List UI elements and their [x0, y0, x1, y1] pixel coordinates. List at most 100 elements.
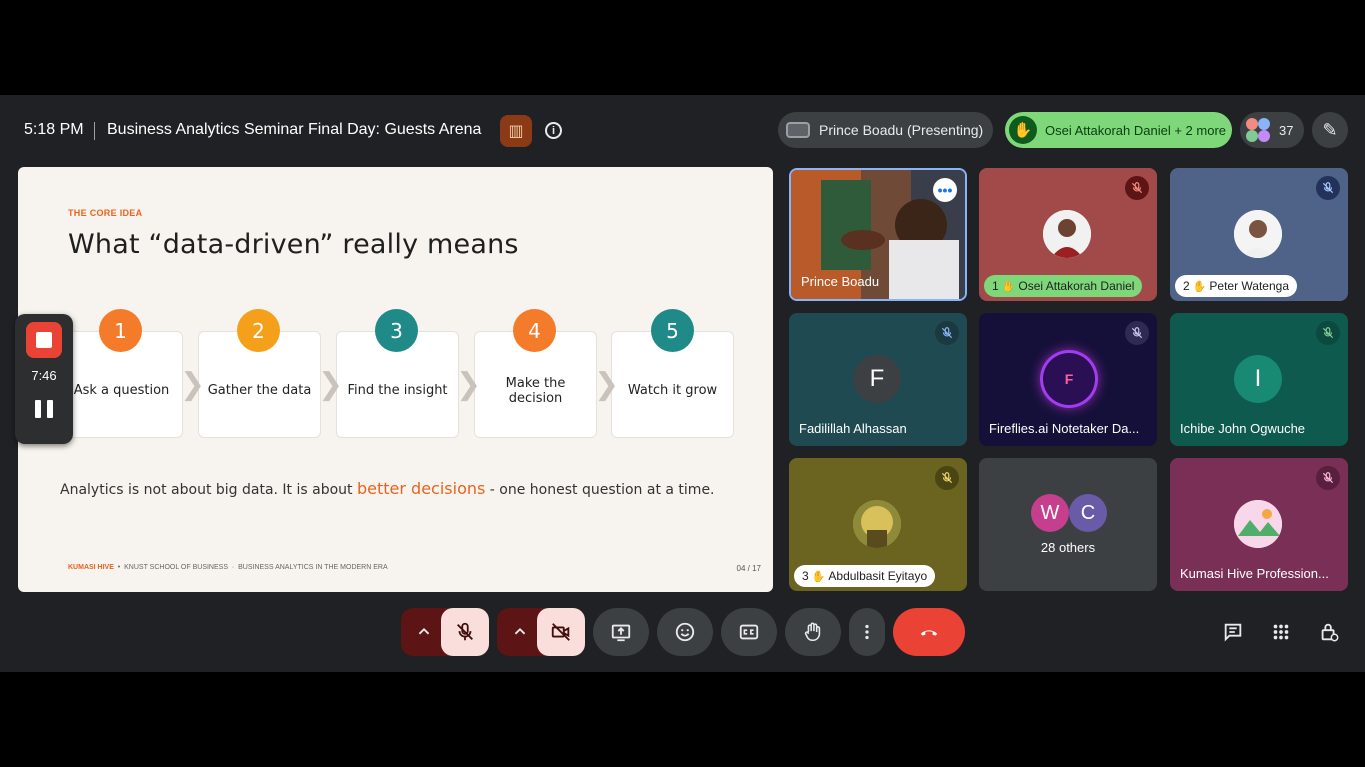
slide-headline: What “data-driven” really means	[68, 229, 519, 260]
clock: 5:18 PM	[24, 121, 84, 138]
participant-tile-others[interactable]: W C 28 others	[979, 458, 1157, 591]
participant-name: Osei Attakorah Daniel	[1018, 279, 1135, 293]
step-label: Watch it grow	[627, 383, 718, 398]
captions-icon	[739, 624, 759, 640]
participant-name-pill: 1 ✋ Osei Attakorah Daniel	[984, 275, 1143, 297]
participant-count: 37	[1279, 122, 1294, 138]
step-label: Find the insight	[347, 383, 448, 398]
stop-recording-button[interactable]	[26, 322, 62, 358]
step-number: 2	[237, 309, 280, 352]
others-count: 28 others	[1040, 540, 1096, 555]
presenter-label: Prince Boadu (Presenting)	[819, 122, 984, 138]
chevron-right-icon: ❯	[318, 367, 344, 402]
meeting-title: Business Analytics Seminar Final Day: Gu…	[107, 121, 482, 138]
activities-icon	[1273, 624, 1289, 640]
raise-hand-icon	[804, 622, 821, 642]
activities-button[interactable]	[1268, 619, 1294, 645]
info-icon[interactable]: i	[545, 122, 562, 139]
raised-hands-label: Osei Attakorah Daniel + 2 more	[1045, 122, 1227, 138]
tagline-post: - one honest question at a time.	[485, 482, 715, 498]
meet-window: 5:18 PM Business Analytics Seminar Final…	[0, 95, 1365, 672]
avatar	[853, 500, 901, 548]
step-label: Ask a question	[73, 383, 170, 398]
participant-tile-peter-watenga[interactable]: 2 ✋ Peter Watenga	[1170, 168, 1348, 301]
mic-options-chevron-up-icon[interactable]	[406, 608, 442, 656]
chevron-right-icon: ❯	[180, 367, 206, 402]
participant-name: Abdulbasit Eyitayo	[828, 569, 928, 583]
presentation-slide: THE CORE IDEA What “data-driven” really …	[18, 167, 773, 592]
screen-share-icon	[786, 122, 810, 138]
step-label: Gather the data	[207, 383, 312, 398]
recording-widget: 7:46	[15, 314, 73, 444]
participant-tile-ichibe-john-ogwuche[interactable]: I Ichibe John Ogwuche	[1170, 313, 1348, 446]
mic-off-icon	[935, 466, 959, 490]
emoji-icon	[675, 622, 695, 642]
mic-off-icon	[1316, 176, 1340, 200]
more-options-icon[interactable]: •••	[933, 178, 957, 202]
participant-name-pill: 3 ✋ Abdulbasit Eyitayo	[794, 565, 936, 587]
camera-toggle-button[interactable]	[537, 608, 585, 656]
mic-off-icon	[935, 321, 959, 345]
participant-name: Fadilillah Alhassan	[799, 421, 907, 436]
present-screen-icon	[611, 624, 631, 642]
recording-timer: 7:46	[31, 368, 57, 383]
mic-off-icon	[457, 622, 473, 641]
avatar	[1234, 210, 1282, 258]
mic-off-icon	[1125, 176, 1149, 200]
mic-off-icon	[1316, 466, 1340, 490]
raised-hands-chip[interactable]: ✋ Osei Attakorah Daniel + 2 more	[1005, 112, 1232, 148]
avatar	[1043, 210, 1091, 258]
participant-tile-prince-boadu[interactable]: ••• Prince Boadu	[789, 168, 967, 301]
host-controls-icon	[1321, 623, 1339, 642]
reactions-button[interactable]	[657, 608, 713, 656]
chat-icon	[1224, 623, 1242, 642]
stop-icon	[36, 332, 52, 348]
avatar: F	[853, 355, 901, 403]
more-vert-icon	[865, 624, 869, 640]
slide-footer: KUMASI HIVE • KNUST SCHOOL OF BUSINESS ·…	[68, 564, 388, 571]
avatar	[1234, 500, 1282, 548]
avatar: I	[1234, 355, 1282, 403]
raise-hand-button[interactable]	[785, 608, 841, 656]
participant-tile-osei-attakorah-daniel[interactable]: 1 ✋ Osei Attakorah Daniel	[979, 168, 1157, 301]
leave-call-button[interactable]	[893, 608, 965, 656]
present-button[interactable]	[593, 608, 649, 656]
participants-chip[interactable]: 37	[1240, 112, 1304, 148]
captions-button[interactable]	[721, 608, 777, 656]
participant-tile-fireflies-notetaker[interactable]: F Fireflies.ai Notetaker Da...	[979, 313, 1157, 446]
tagline-pre: Analytics is not about big data. It is a…	[60, 482, 357, 498]
hand-order: 3	[802, 569, 809, 583]
divider	[94, 122, 95, 140]
hand-order: 2	[1183, 279, 1190, 293]
mic-off-icon	[1316, 321, 1340, 345]
avatar: W	[1031, 494, 1069, 532]
step-number: 5	[651, 309, 694, 352]
participant-tile-kumasi-hive[interactable]: Kumasi Hive Profession...	[1170, 458, 1348, 591]
participant-tile-fadilillah-alhassan[interactable]: F Fadilillah Alhassan	[789, 313, 967, 446]
raise-hand-icon: ✋	[811, 570, 826, 583]
more-options-button[interactable]	[849, 608, 885, 656]
participant-tile-abdulbasit-eyitayo[interactable]: 3 ✋ Abdulbasit Eyitayo	[789, 458, 967, 591]
step-number: 4	[513, 309, 556, 352]
avatar: C	[1069, 494, 1107, 532]
chevron-right-icon: ❯	[456, 367, 482, 402]
hand-order: 1	[992, 279, 999, 293]
presenter-chip[interactable]: Prince Boadu (Presenting)	[778, 112, 993, 148]
participant-name: Ichibe John Ogwuche	[1180, 421, 1306, 436]
room-icon[interactable]: ▥	[500, 115, 532, 147]
fireflies-logo-icon: F	[1043, 353, 1095, 405]
slide-kicker: THE CORE IDEA	[68, 208, 143, 218]
chat-button[interactable]	[1220, 619, 1246, 645]
mic-off-icon	[1125, 321, 1149, 345]
camera-options-chevron-up-icon[interactable]	[502, 608, 538, 656]
mic-toggle-button[interactable]	[441, 608, 489, 656]
step-number: 3	[375, 309, 418, 352]
raise-hand-icon: ✋	[1192, 280, 1207, 293]
footer-brand: KUMASI HIVE	[68, 564, 114, 571]
slide-page-number: 04 / 17	[736, 564, 761, 573]
pause-icon[interactable]	[35, 400, 53, 418]
host-controls-button[interactable]	[1316, 619, 1342, 645]
pen-icon[interactable]: ✎	[1312, 112, 1348, 148]
participant-name: Peter Watenga	[1209, 279, 1289, 293]
raise-hand-icon: ✋	[1009, 116, 1037, 144]
